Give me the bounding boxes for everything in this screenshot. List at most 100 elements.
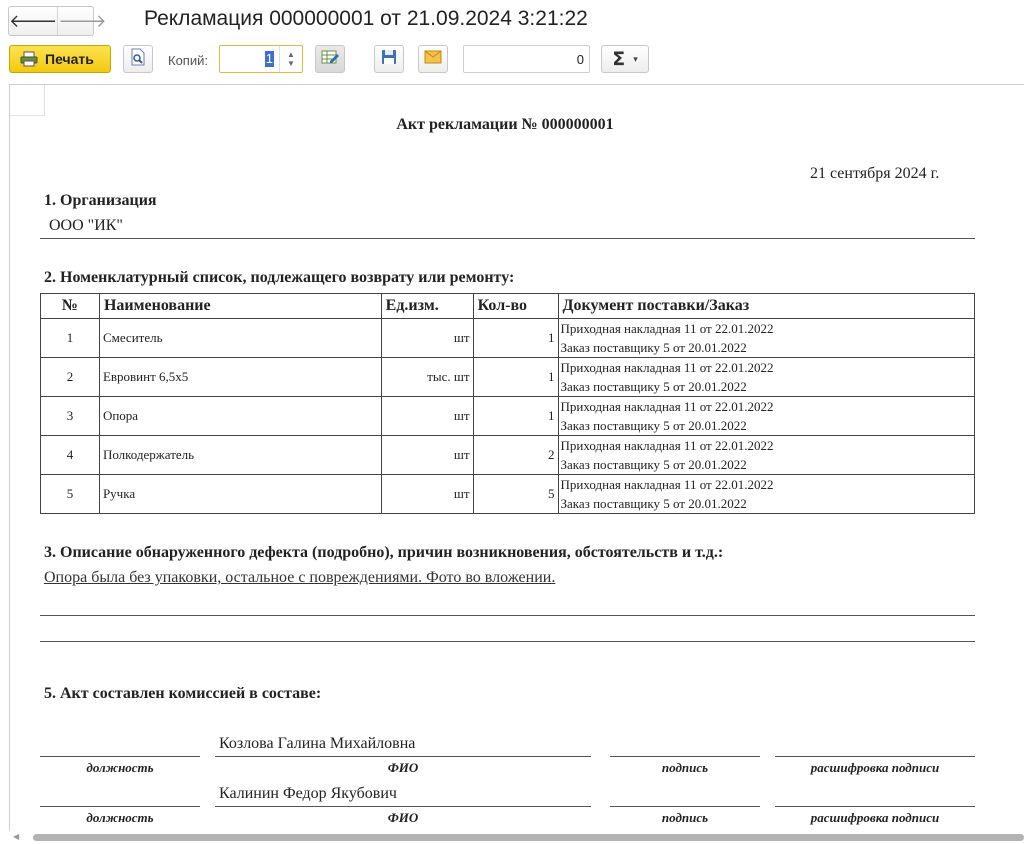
table-row: 1 Смеситель шт 1 Приходная накладная 11 … <box>40 318 976 358</box>
copies-input[interactable]: 1 ▲ ▼ <box>219 45 303 73</box>
scroll-left-icon[interactable]: ◀ <box>13 832 19 841</box>
item-name: Полкодержатель <box>98 435 382 475</box>
table-row: 5 Ручка шт 5 Приходная накладная 11 от 2… <box>40 474 976 514</box>
supply-document: Приходная накладная 11 от 22.01.2022 <box>560 360 774 375</box>
column-header: № <box>40 293 100 319</box>
table-row: 4 Полкодержатель шт 2 Приходная накладна… <box>40 435 976 475</box>
item-document: Приходная накладная 11 от 22.01.2022 Зака… <box>557 474 976 514</box>
table-row: 2 Евровинт 6,5х5 тыс. шт 1 Приходная нак… <box>40 357 976 397</box>
order-document: Заказ поставщику 5 от 20.01.2022 <box>560 457 747 472</box>
preview-icon <box>130 48 146 71</box>
item-document: Приходная накладная 11 от 22.01.2022 Зака… <box>557 357 976 397</box>
copies-stepper[interactable]: ▲ ▼ <box>279 46 302 72</box>
item-name: Опора <box>98 396 382 436</box>
column-header: Кол-во <box>472 293 559 319</box>
signature-line <box>610 756 760 757</box>
window-title: Рекламация 000000001 от 21.09.2024 3:21:… <box>144 7 588 30</box>
signature-label: подпись <box>661 810 709 825</box>
item-unit: шт <box>380 396 474 436</box>
fio-line <box>215 756 591 757</box>
fio-label: ФИО <box>387 760 419 775</box>
item-name: Евровинт 6,5х5 <box>98 357 382 397</box>
blank-line <box>40 615 975 616</box>
item-qty: 1 <box>472 357 559 397</box>
print-button-label: Печать <box>45 51 94 67</box>
copies-value: 1 <box>264 51 274 67</box>
position-label: должность <box>86 810 154 825</box>
save-button[interactable] <box>374 45 404 73</box>
back-button[interactable]: 🡐 <box>9 7 57 35</box>
item-qty: 1 <box>472 396 559 436</box>
edit-table-icon <box>321 49 339 70</box>
save-icon <box>381 49 397 70</box>
member-fio: Калинин Федор Якубович <box>219 785 397 802</box>
spin-up-icon[interactable]: ▲ <box>287 50 295 59</box>
table-header-row: № Наименование Ед.изм. Кол-во Документ п… <box>40 293 976 319</box>
arrow-left-icon: 🡐 <box>9 10 58 32</box>
column-header: Документ поставки/Заказ <box>557 293 976 319</box>
item-unit: тыс. шт <box>380 357 474 397</box>
arrow-right-icon: 🡒 <box>58 10 107 32</box>
table-row: 3 Опора шт 1 Приходная накладная 11 от 2… <box>40 396 976 436</box>
item-unit: шт <box>380 435 474 475</box>
item-name: Ручка <box>98 474 382 514</box>
column-header: Наименование <box>98 293 382 319</box>
horizontal-scrollbar[interactable]: ◀ <box>9 831 1024 844</box>
row-number: 4 <box>40 435 100 475</box>
order-document: Заказ поставщику 5 от 20.01.2022 <box>560 379 747 394</box>
item-document: Приходная накладная 11 от 22.01.2022 Зака… <box>557 318 976 358</box>
row-number: 3 <box>40 396 100 436</box>
divider <box>40 238 975 239</box>
signature-label: подпись <box>661 760 709 775</box>
supply-document: Приходная накладная 11 от 22.01.2022 <box>560 438 774 453</box>
title-bar: 🡐 🡒 Рекламация 000000001 от 21.09.2024 3… <box>0 0 1024 40</box>
item-unit: шт <box>380 318 474 358</box>
send-email-button[interactable] <box>418 45 448 73</box>
copies-label: Копий: <box>168 53 208 68</box>
decoding-line <box>775 756 975 757</box>
decoding-line <box>775 806 975 807</box>
act-title: Акт рекламации № 000000001 <box>396 116 614 133</box>
signature-line <box>610 806 760 807</box>
row-number: 2 <box>40 357 100 397</box>
position-line <box>40 756 200 757</box>
preview-button[interactable] <box>123 45 153 73</box>
forward-button[interactable]: 🡒 <box>57 7 107 35</box>
decoding-label: расшифровка подписи <box>810 810 940 825</box>
act-date: 21 сентября 2024 г. <box>810 165 940 182</box>
section2-heading: 2. Номенклатурный список, подлежащего во… <box>44 269 515 286</box>
position-line <box>40 806 200 807</box>
printer-icon <box>19 50 39 68</box>
item-document: Приходная накладная 11 от 22.01.2022 Зака… <box>557 396 976 436</box>
fio-line <box>215 806 591 807</box>
column-header: Ед.изм. <box>380 293 474 319</box>
item-document: Приходная накладная 11 от 22.01.2022 Зака… <box>557 435 976 475</box>
item-name: Смеситель <box>98 318 382 358</box>
order-document: Заказ поставщику 5 от 20.01.2022 <box>560 418 747 433</box>
edit-mode-button[interactable] <box>315 45 345 73</box>
item-qty: 5 <box>472 474 559 514</box>
organization-name: ООО "ИК" <box>49 217 123 234</box>
blank-line <box>40 641 975 642</box>
sum-menu-button[interactable]: Σ ▾ <box>601 45 649 73</box>
section3-heading: 3. Описание обнаруженного дефекта (подро… <box>44 544 724 561</box>
order-document: Заказ поставщику 5 от 20.01.2022 <box>560 496 747 511</box>
navigation-buttons: 🡐 🡒 <box>8 6 107 36</box>
section1-heading: 1. Организация <box>44 192 157 209</box>
sum-field: 0 <box>463 45 590 73</box>
spin-down-icon[interactable]: ▼ <box>287 59 295 68</box>
item-qty: 2 <box>472 435 559 475</box>
email-icon <box>424 50 442 69</box>
print-form: Акт рекламации № 000000001 21 сентября 2… <box>10 85 1024 832</box>
supply-document: Приходная накладная 11 от 22.01.2022 <box>560 477 774 492</box>
sum-icon: Σ <box>612 48 626 70</box>
scrollbar-thumb[interactable] <box>33 834 1024 841</box>
member-fio: Козлова Галина Михайловна <box>219 735 416 752</box>
item-unit: шт <box>380 474 474 514</box>
decoding-label: расшифровка подписи <box>810 760 940 775</box>
print-button[interactable]: Печать <box>9 45 111 73</box>
items-table: № Наименование Ед.изм. Кол-во Документ п… <box>40 293 976 514</box>
spreadsheet-document[interactable]: Акт рекламации № 000000001 21 сентября 2… <box>9 84 1024 832</box>
supply-document: Приходная накладная 11 от 22.01.2022 <box>560 321 774 336</box>
defect-description: Опора была без упаковки, остальное с пов… <box>44 569 556 586</box>
